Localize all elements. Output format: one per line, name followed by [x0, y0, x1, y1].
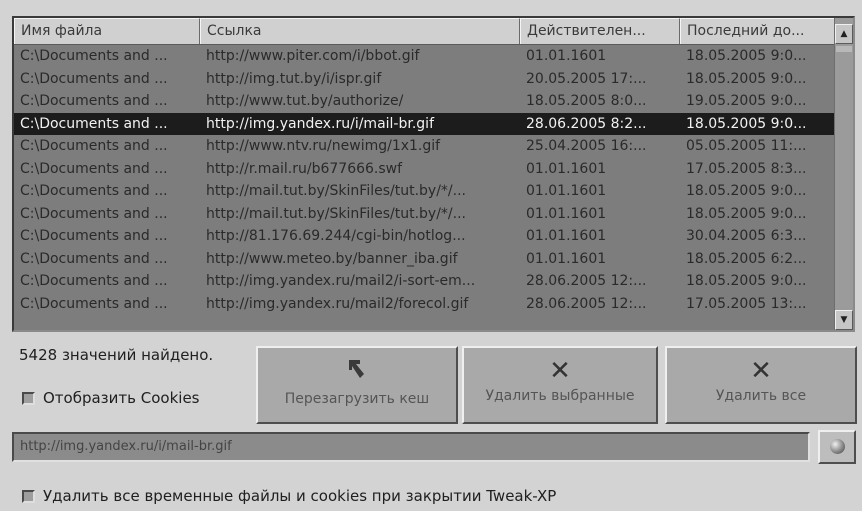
cell-expires: 01.01.1601: [526, 48, 607, 64]
cell-filename: C:\Documents and ...: [20, 205, 168, 222]
cell-filename: C:\Documents and ...: [20, 48, 168, 64]
cell-last-access: 18.05.2005 9:0...: [686, 48, 807, 64]
cell-last-access: 18.05.2005 9:0...: [686, 115, 807, 132]
table-row[interactable]: C:\Documents and ... http://www.meteo.by/…: [14, 248, 837, 271]
delete-all-label: Удалить все: [715, 388, 807, 404]
cell-expires: 28.06.2005 12:...: [526, 295, 647, 312]
table-row[interactable]: C:\Documents and ... http://81.176.69.244…: [14, 225, 837, 248]
cell-url: http://mail.tut.by/SkinFiles/tut.by/*/..…: [206, 183, 466, 199]
url-field[interactable]: http://img.yandex.ru/i/mail-br.gif: [12, 432, 810, 462]
delete-on-close-label: Удалить все временные файлы и cookies пр…: [43, 487, 557, 505]
cell-filename: C:\Documents and ...: [20, 70, 168, 87]
delete-selected-button[interactable]: ✕ Удалить выбранные: [462, 346, 658, 424]
cell-filename: C:\Documents and ...: [20, 183, 168, 199]
table-row[interactable]: C:\Documents and ... http://img.tut.by/i/…: [14, 68, 837, 91]
table-row[interactable]: C:\Documents and ... http://img.yandex.ru…: [14, 270, 837, 293]
cell-last-access: 18.05.2005 9:0...: [686, 70, 807, 87]
x-icon: ✕: [549, 356, 571, 386]
table-row[interactable]: C:\Documents and ... http://www.piter.com…: [14, 45, 837, 68]
scroll-down-arrow-icon[interactable]: ▼: [835, 310, 853, 330]
cell-url: http://81.176.69.244/cgi-bin/hotlog...: [206, 228, 466, 244]
globe-icon: [829, 439, 845, 454]
column-header-row: Имя файла Ссылка Действителен... Последн…: [14, 18, 837, 45]
cell-last-access: 19.05.2005 9:0...: [686, 93, 807, 109]
cell-filename: C:\Documents and ...: [20, 160, 168, 177]
cell-last-access: 18.05.2005 9:0...: [686, 205, 807, 222]
vertical-scrollbar[interactable]: ▲ ▼: [834, 18, 853, 330]
delete-all-button[interactable]: ✕ Удалить все: [665, 346, 857, 424]
column-header-url[interactable]: Ссылка: [200, 18, 520, 44]
cell-expires: 01.01.1601: [526, 250, 607, 267]
column-header-last-access[interactable]: Последний до...: [680, 18, 837, 44]
cell-filename: C:\Documents and ...: [20, 93, 168, 109]
table-row[interactable]: C:\Documents and ... http://img.yandex.ru…: [14, 112, 837, 135]
show-cookies-label: Отобразить Cookies: [43, 389, 200, 407]
cell-last-access: 18.05.2005 9:0...: [686, 183, 807, 199]
delete-on-close-checkbox[interactable]: Удалить все временные файлы и cookies пр…: [22, 487, 556, 505]
cell-filename: C:\Documents and ...: [20, 273, 168, 289]
cell-url: http://img.yandex.ru/mail2/forecol.gif: [206, 295, 469, 312]
cell-last-access: 17.05.2005 8:3...: [686, 160, 807, 177]
cell-url: http://img.tut.by/i/ispr.gif: [206, 70, 382, 87]
cell-filename: C:\Documents and ...: [20, 115, 168, 132]
results-count: 5428 значений найдено.: [19, 346, 214, 364]
table-body: C:\Documents and ... http://www.piter.com…: [14, 45, 837, 315]
cell-expires: 01.01.1601: [526, 205, 607, 222]
cell-filename: C:\Documents and ...: [20, 138, 168, 154]
cell-filename: C:\Documents and ...: [20, 295, 168, 312]
cell-url: http://r.mail.ru/b677666.swf: [206, 160, 403, 177]
cell-url: http://www.tut.by/authorize/: [206, 93, 404, 109]
go-button[interactable]: [818, 430, 856, 464]
cell-last-access: 17.05.2005 13:...: [686, 295, 807, 312]
reload-icon: [258, 358, 456, 387]
cell-url: http://www.ntv.ru/newimg/1x1.gif: [206, 138, 441, 154]
cell-expires: 28.06.2005 8:2...: [526, 115, 647, 132]
column-header-expires[interactable]: Действителен...: [520, 18, 680, 44]
table-row[interactable]: C:\Documents and ... http://www.tut.by/au…: [14, 90, 837, 113]
cell-url: http://img.yandex.ru/i/mail-br.gif: [206, 115, 434, 132]
cell-filename: C:\Documents and ...: [20, 228, 168, 244]
cell-url: http://www.meteo.by/banner_iba.gif: [206, 250, 458, 267]
cache-viewer-panel: Имя файла Ссылка Действителен... Последн…: [0, 0, 862, 511]
table-row[interactable]: C:\Documents and ... http://img.yandex.ru…: [14, 293, 837, 316]
cell-last-access: 05.05.2005 11:...: [686, 138, 807, 154]
cache-list[interactable]: Имя файла Ссылка Действителен... Последн…: [12, 16, 855, 332]
checkbox-box[interactable]: [22, 391, 35, 405]
cell-expires: 18.05.2005 8:0...: [526, 93, 647, 109]
table-row[interactable]: C:\Documents and ... http://r.mail.ru/b67…: [14, 158, 837, 181]
cache-grid: Имя файла Ссылка Действителен... Последн…: [14, 18, 837, 315]
cell-expires: 25.04.2005 16:...: [526, 138, 647, 154]
column-header-filename[interactable]: Имя файла: [14, 18, 200, 44]
reload-cache-label: Перезагрузить кеш: [284, 391, 430, 407]
cell-expires: 01.01.1601: [526, 183, 607, 199]
cell-last-access: 18.05.2005 9:0...: [686, 273, 807, 289]
cell-expires: 01.01.1601: [526, 228, 607, 244]
cell-last-access: 18.05.2005 6:2...: [686, 250, 807, 267]
cell-url: http://www.piter.com/i/bbot.gif: [206, 48, 420, 64]
cell-expires: 01.01.1601: [526, 160, 607, 177]
cell-expires: 20.05.2005 17:...: [526, 70, 647, 87]
cell-url: http://mail.tut.by/SkinFiles/tut.by/*/..…: [206, 205, 466, 222]
cell-filename: C:\Documents and ...: [20, 250, 168, 267]
scroll-thumb[interactable]: [836, 46, 852, 52]
cell-expires: 28.06.2005 12:...: [526, 273, 647, 289]
show-cookies-checkbox[interactable]: Отобразить Cookies: [22, 389, 199, 407]
table-row[interactable]: C:\Documents and ... http://www.ntv.ru/ne…: [14, 135, 837, 158]
table-row[interactable]: C:\Documents and ... http://mail.tut.by/S…: [14, 203, 837, 226]
cell-last-access: 30.04.2005 6:3...: [686, 228, 807, 244]
delete-selected-label: Удалить выбранные: [485, 388, 635, 404]
checkbox-box[interactable]: [22, 489, 35, 503]
x-icon: ✕: [750, 356, 772, 386]
cell-url: http://img.yandex.ru/mail2/i-sort-em...: [206, 273, 476, 289]
table-row[interactable]: C:\Documents and ... http://mail.tut.by/S…: [14, 180, 837, 203]
reload-cache-button[interactable]: Перезагрузить кеш: [256, 346, 458, 424]
scroll-up-arrow-icon[interactable]: ▲: [835, 24, 853, 44]
